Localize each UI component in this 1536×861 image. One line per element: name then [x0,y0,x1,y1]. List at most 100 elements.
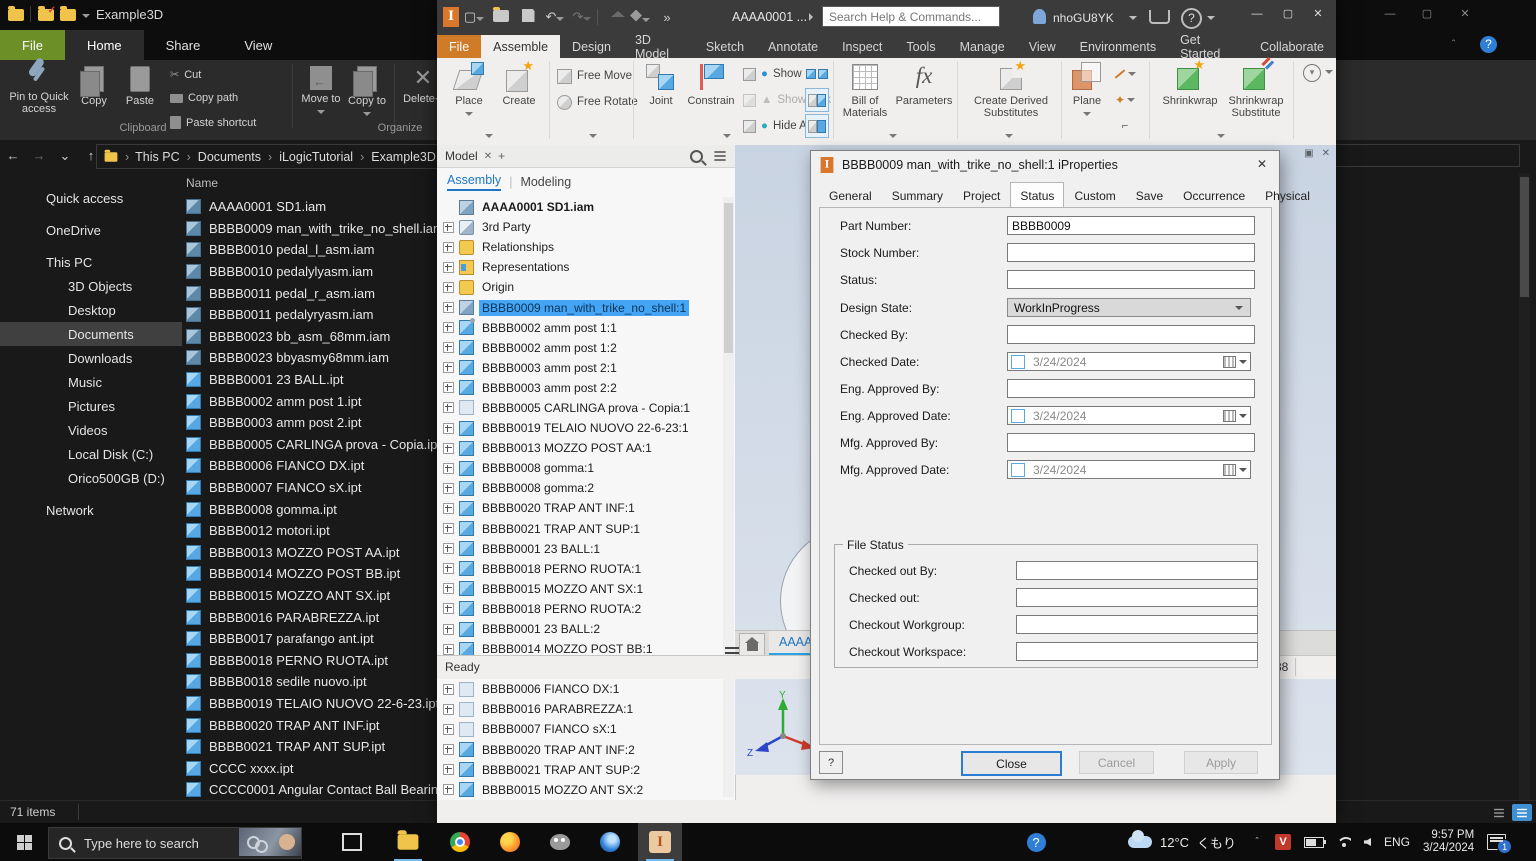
help-icon[interactable]: ? [1181,8,1202,29]
inventor-tab[interactable]: Annotate [756,35,830,58]
expand-plus-icon[interactable] [443,342,454,353]
inventor-tab[interactable]: Get Started [1168,35,1248,58]
tree-node-label[interactable]: BBBB0013 MOZZO POST AA:1 [479,440,655,456]
quick-access-customize-chevron[interactable] [82,14,90,18]
tree-node[interactable]: BBBB0003 amm post 2:1 [439,358,723,378]
move-to-button[interactable]: ← Move to [300,66,342,117]
checked-date-input[interactable]: 3/24/2024 [1007,352,1251,371]
tree-node-label[interactable]: BBBB0003 amm post 2:1 [479,360,620,376]
battery-icon[interactable] [1304,837,1324,848]
explorer-tab[interactable]: File [0,30,65,60]
breadcrumb-item[interactable]: Documents [198,150,279,164]
simplification-panel-chevron[interactable] [1217,134,1225,138]
tree-node[interactable]: BBBB0007 FIANCO sX:1 [439,719,723,739]
tree-node[interactable]: BBBB0020 TRAP ANT INF:2 [439,740,723,760]
inventor-tab[interactable]: Tools [894,35,947,58]
degrees-of-freedom-icon[interactable] [805,62,829,86]
expand-plus-icon[interactable] [443,362,454,373]
sidebar-item[interactable]: Orico500GB (D:) [0,466,182,490]
position-panel-chevron[interactable] [589,134,597,138]
expand-plus-icon[interactable] [443,463,454,474]
tree-node[interactable]: BBBB0021 TRAP ANT SUP:2 [439,760,723,780]
tree-node-label[interactable]: AAAA0001 SD1.iam [479,199,597,215]
calendar-dropdown-icon[interactable] [1223,464,1247,476]
part-number-input[interactable] [1007,216,1255,235]
explorer-tab[interactable]: View [222,30,294,60]
tree-node[interactable]: BBBB0016 PARABREZZA:1 [439,699,723,719]
explorer-minimize-button[interactable] [1375,0,1405,28]
tree-node-label[interactable]: BBBB0008 gomma:2 [479,480,597,496]
calendar-dropdown-icon[interactable] [1223,356,1247,368]
tree-node-label[interactable]: BBBB0020 TRAP ANT INF:1 [479,500,638,516]
material-appearance-icon[interactable] [628,10,652,25]
hide-all-button[interactable]: ●Hide All [743,114,812,138]
joint-button[interactable]: Joint [635,62,687,107]
ribbon-collapse-chevron[interactable] [1448,38,1459,54]
tree-node-label[interactable]: BBBB0007 FIANCO sX:1 [479,721,620,737]
tree-node[interactable]: Origin [439,277,723,297]
create-derived-substitutes-button[interactable]: ★ Create Derived Substitutes [965,62,1057,119]
explorer-scrollbar[interactable] [1519,173,1530,800]
expand-plus-icon[interactable] [443,443,454,454]
taskbar-firefox-button[interactable] [488,823,532,861]
tree-node[interactable]: BBBB0001 23 BALL:2 [439,619,723,639]
bill-of-materials-button[interactable]: Bill of Materials [837,62,893,119]
tree-node-label[interactable]: BBBB0020 TRAP ANT INF:2 [479,742,638,758]
recent-locations-chevron[interactable] [52,148,78,164]
shrinkwrap-button[interactable]: ★ Shrinkwrap [1159,62,1221,107]
ribbon-display-options-icon[interactable]: ▾ [1303,64,1321,82]
tree-node[interactable]: Representations [439,257,723,277]
shrinkwrap-substitute-button[interactable]: Shrinkwrap Substitute [1223,62,1289,119]
speaker-icon[interactable] [1364,838,1371,846]
expand-plus-icon[interactable] [443,382,454,393]
explorer-help-icon[interactable]: ? [1480,36,1497,53]
tree-node[interactable]: Relationships [439,237,723,257]
taskbar-chrome-button[interactable] [438,823,482,861]
tray-help-button[interactable]: ? [1014,823,1058,861]
checked-out-by-input[interactable] [1016,561,1258,580]
save-icon[interactable] [516,9,540,25]
breadcrumb-item[interactable]: iLogicTutorial [279,150,371,164]
tree-node-label[interactable]: BBBB0021 TRAP ANT SUP:2 [479,762,643,778]
tree-node[interactable]: BBBB0015 MOZZO ANT SX:2 [439,780,723,800]
isolate-icon[interactable] [805,88,829,112]
tree-node[interactable]: BBBB0019 TELAIO NUOVO 22-6-23:1 [439,418,723,438]
explorer-close-button[interactable] [1450,0,1480,28]
checkout-workspace-input[interactable] [1016,642,1258,661]
inventor-tab[interactable]: Collaborate [1248,35,1336,58]
plane-button[interactable]: Plane [1065,62,1109,119]
design-state-select[interactable]: WorkInProgress [1007,298,1251,317]
language-indicator[interactable]: ENG [1384,835,1410,849]
inventor-tab[interactable]: View [1017,35,1068,58]
sidebar-item[interactable]: Local Disk (C:) [0,442,182,466]
tree-node[interactable]: BBBB0008 gomma:1 [439,458,723,478]
relationships-panel-chevron[interactable] [723,134,731,138]
checked-date-checkbox[interactable] [1011,355,1025,369]
create-button[interactable]: ★ Create [493,62,545,107]
tree-node[interactable]: BBBB0006 FIANCO DX:1 [439,679,723,699]
productivity-panel-chevron[interactable] [1005,134,1013,138]
expand-plus-icon[interactable] [443,644,454,655]
inventor-maximize-button[interactable] [1273,0,1303,28]
inventor-close-button[interactable] [1303,0,1333,28]
tree-node-label[interactable]: BBBB0006 FIANCO DX:1 [479,681,622,697]
inventor-tab[interactable]: Inspect [830,35,894,58]
browser-tab-close-icon[interactable]: ✕ [484,151,492,162]
expand-plus-icon[interactable] [443,784,454,795]
new-file-icon[interactable]: ▢ [462,9,486,25]
expand-plus-icon[interactable] [443,222,454,233]
work-axis-icon[interactable] [1113,62,1137,86]
sidebar-item[interactable]: This PC [0,250,182,274]
expand-plus-icon[interactable] [443,684,454,695]
tree-node-label[interactable]: BBBB0005 CARLINGA prova - Copia:1 [479,400,693,416]
weather-widget[interactable]: 12°C くもり [1128,823,1236,861]
details-view-button[interactable] [1489,804,1509,821]
tree-node[interactable]: BBBB0005 CARLINGA prova - Copia:1 [439,398,723,418]
store-cart-icon[interactable] [1149,10,1170,24]
tree-node[interactable]: BBBB0003 amm post 2:2 [439,378,723,398]
ribbon-display-options-chevron[interactable] [1325,70,1333,74]
sidebar-item[interactable]: Videos [0,418,182,442]
toolbar-overflow-chevrons[interactable]: » [655,10,679,25]
tree-node-label[interactable]: BBBB0019 TELAIO NUOVO 22-6-23:1 [479,420,692,436]
sidebar-item[interactable]: Documents [0,322,182,346]
